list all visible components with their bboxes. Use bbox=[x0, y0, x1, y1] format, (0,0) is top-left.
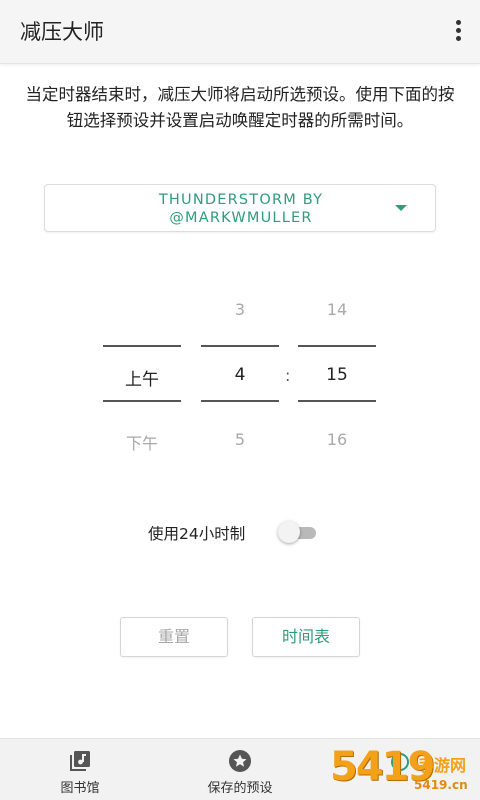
picker-divider bbox=[103, 345, 181, 347]
watermark-url: 5419.cn bbox=[414, 778, 468, 792]
nav-label-saved-presets: 保存的预设 bbox=[207, 781, 273, 796]
instruction-text: 当定时器结束时，减压大师将启动所选预设。使用下面的按钮选择预设并设置启动唤醒定时… bbox=[25, 85, 455, 130]
app-bar: 减压大师 bbox=[0, 0, 480, 64]
hour-selected-value: 4 bbox=[234, 365, 246, 385]
watermark-logo: 5419 手游网 5419.cn bbox=[330, 744, 480, 800]
time-separator: : bbox=[285, 366, 291, 385]
more-vert-icon[interactable] bbox=[450, 18, 466, 46]
nav-item-library[interactable]: 图书馆 bbox=[0, 739, 160, 800]
star-icon bbox=[229, 750, 251, 772]
toggle-24h-label: 使用24小时制 bbox=[148, 525, 246, 543]
ampm-picker[interactable]: 上午 下午 bbox=[103, 290, 181, 460]
ampm-selected-value: 上午 bbox=[125, 370, 159, 390]
library-music-icon bbox=[70, 751, 90, 771]
hour-next-value: 5 bbox=[234, 430, 246, 449]
reset-button[interactable]: 重置 bbox=[120, 617, 228, 657]
hour-prev-value: 3 bbox=[234, 300, 246, 319]
minute-next-value: 16 bbox=[326, 430, 348, 449]
minute-picker[interactable]: 14 15 16 bbox=[298, 290, 376, 460]
schedule-button[interactable]: 时间表 bbox=[252, 617, 360, 657]
nav-item-saved-presets[interactable]: 保存的预设 bbox=[160, 739, 320, 800]
picker-divider bbox=[201, 345, 279, 347]
watermark-text: 手游网 bbox=[418, 756, 467, 775]
preset-dropdown[interactable]: THUNDERSTORM BY @MARKWMULLER bbox=[44, 184, 436, 232]
picker-divider bbox=[103, 400, 181, 402]
minute-selected-value: 15 bbox=[326, 365, 348, 385]
minute-prev-value: 14 bbox=[326, 300, 348, 319]
hour-picker[interactable]: 3 4 5 bbox=[201, 290, 279, 460]
picker-divider bbox=[298, 400, 376, 402]
picker-divider bbox=[298, 345, 376, 347]
ampm-next-value: 下午 bbox=[125, 434, 158, 453]
app-title: 减压大师 bbox=[20, 20, 104, 44]
preset-selected-label: THUNDERSTORM BY @MARKWMULLER bbox=[158, 192, 324, 226]
chevron-down-icon bbox=[395, 205, 407, 211]
nav-label-library: 图书馆 bbox=[60, 781, 100, 796]
switch-knob bbox=[278, 521, 300, 543]
picker-divider bbox=[201, 400, 279, 402]
toggle-24h-switch[interactable] bbox=[278, 521, 318, 543]
